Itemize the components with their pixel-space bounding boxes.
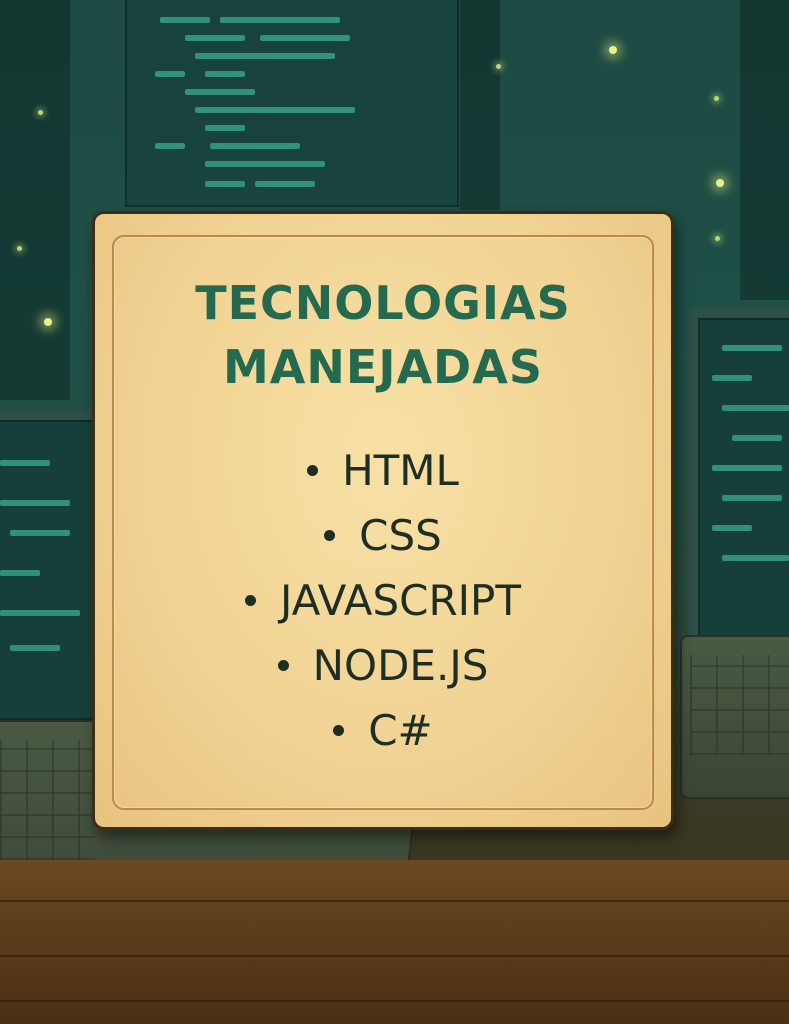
technologies-card: TECNOLOGIAS MANEJADAS HTML CSS JAVASCRIP… [92, 211, 674, 830]
technology-list: HTML CSS JAVASCRIPT NODE.JS C# [95, 438, 671, 763]
list-item-label: CSS [359, 510, 442, 560]
bullet-icon [324, 530, 336, 541]
wooden-desk [0, 860, 789, 1024]
firefly-light [496, 64, 501, 69]
illustration-scene: TECNOLOGIAS MANEJADAS HTML CSS JAVASCRIP… [0, 0, 789, 1024]
list-item-html: HTML [95, 438, 671, 503]
background-pillar [0, 0, 70, 400]
right-laptop-keyboard [690, 655, 789, 755]
list-item-label: C# [368, 705, 433, 755]
left-laptop-keyboard [0, 740, 95, 860]
list-item-nodejs: NODE.JS [95, 633, 671, 698]
list-item-css: CSS [95, 503, 671, 568]
card-title-line-1: TECNOLOGIAS [195, 276, 571, 330]
bullet-icon [277, 660, 289, 671]
background-pillar [740, 0, 789, 300]
firefly-light [38, 110, 43, 115]
list-item-label: HTML [342, 445, 459, 495]
list-item-csharp: C# [95, 698, 671, 763]
list-item-label: NODE.JS [312, 640, 489, 690]
background-code-lines [150, 15, 440, 200]
bullet-icon [244, 595, 256, 606]
card-title-line-2: MANEJADAS [223, 340, 543, 394]
background-pillar [460, 0, 500, 210]
firefly-light [44, 318, 52, 326]
right-laptop-code-lines [712, 345, 789, 605]
firefly-light [714, 96, 719, 101]
firefly-light [17, 246, 22, 251]
bullet-icon [307, 465, 319, 476]
firefly-light [609, 46, 617, 54]
bullet-icon [333, 725, 345, 736]
firefly-light [716, 179, 724, 187]
list-item-label: JAVASCRIPT [279, 575, 521, 625]
firefly-light [715, 236, 720, 241]
left-laptop-code-lines [0, 460, 90, 690]
list-item-javascript: JAVASCRIPT [95, 568, 671, 633]
